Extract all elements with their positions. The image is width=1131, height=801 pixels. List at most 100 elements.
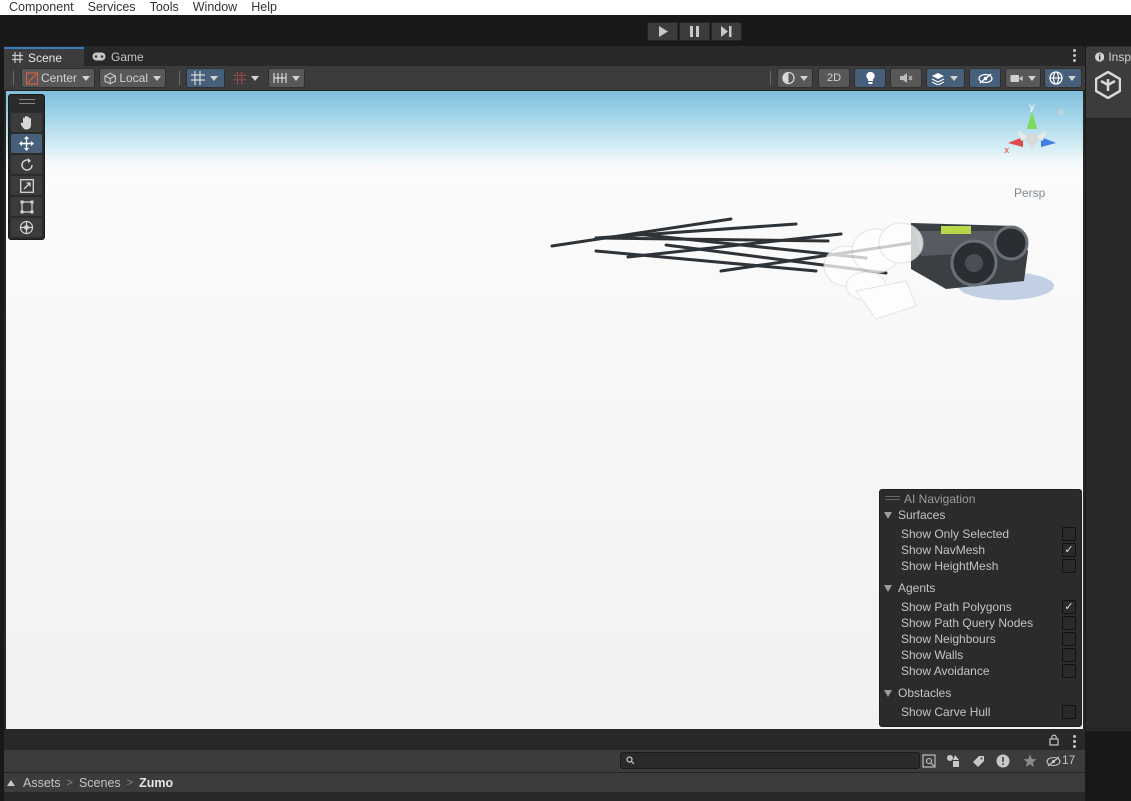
pivot-rotation-dropdown[interactable]: Local (99, 68, 166, 88)
transform-tool-button[interactable] (11, 218, 42, 237)
tab-scene[interactable]: Scene (4, 47, 84, 66)
kebab-menu-icon[interactable] (1073, 735, 1077, 748)
pause-button[interactable] (679, 22, 710, 41)
option-show-navmesh: Show NavMesh ✓ (901, 542, 1076, 558)
lighting-toggle-button[interactable] (854, 68, 886, 88)
inspector-window: Insp (1086, 46, 1131, 731)
option-show-path-query-nodes: Show Path Query Nodes (901, 615, 1076, 631)
lock-icon[interactable] (1059, 109, 1063, 115)
triangle-up-icon[interactable] (7, 779, 15, 786)
gizmos-dropdown[interactable] (1044, 68, 1082, 88)
projection-label[interactable]: Persp (1014, 186, 1045, 200)
section-obstacles-label: Obstacles (898, 686, 952, 700)
breadcrumb-scenes[interactable]: Scenes (79, 776, 121, 790)
option-show-only-selected: Show Only Selected (901, 526, 1076, 542)
pivot-mode-dropdown[interactable]: Center (21, 68, 95, 88)
show-heightmesh-checkbox[interactable] (1062, 559, 1076, 573)
search-by-type-button[interactable] (921, 753, 937, 769)
draw-mode-dropdown[interactable] (777, 68, 813, 88)
project-topbar (4, 731, 1085, 749)
breadcrumb-assets[interactable]: Assets (23, 776, 61, 790)
transform-icon (19, 220, 34, 235)
grid-snapping-button[interactable] (186, 68, 225, 88)
option-label: Show NavMesh (901, 543, 986, 557)
hand-tool-button[interactable] (11, 113, 42, 132)
camera-icon (1010, 74, 1023, 82)
play-icon (658, 26, 668, 37)
audio-toggle-button[interactable] (890, 68, 922, 88)
search-by-issues-button[interactable] (995, 753, 1011, 769)
lock-icon[interactable] (1049, 734, 1059, 746)
rect-transform-icon (20, 200, 33, 213)
orientation-gizmo[interactable]: y x (999, 93, 1063, 183)
search-by-type-filter-button[interactable] (945, 753, 961, 769)
option-label: Show Path Polygons (901, 600, 1012, 614)
favorites-button[interactable] (1022, 753, 1038, 769)
scene-viewport[interactable]: y x Persp AI Navigation Surfaces Show On… (6, 91, 1083, 729)
drag-handle[interactable] (19, 99, 35, 104)
hash-icon (12, 52, 23, 63)
show-path-polygons-checkbox[interactable]: ✓ (1062, 600, 1076, 614)
section-surfaces-label: Surfaces (898, 508, 946, 522)
star-icon (1023, 754, 1037, 767)
show-avoidance-checkbox[interactable] (1062, 664, 1076, 678)
search-by-label-button[interactable] (970, 753, 986, 769)
tab-scene-label: Scene (28, 50, 63, 65)
hidden-packages-toggle[interactable] (1045, 753, 1061, 769)
menu-component[interactable]: Component (0, 1, 81, 14)
breadcrumb-zumo[interactable]: Zumo (139, 776, 173, 790)
tab-inspector[interactable]: Insp (1086, 47, 1131, 67)
show-carve-hull-checkbox[interactable] (1062, 705, 1076, 719)
menu-help[interactable]: Help (244, 1, 284, 14)
option-show-carve-hull: Show Carve Hull (901, 704, 1076, 720)
rotate-tool-button[interactable] (11, 155, 42, 174)
option-show-path-polygons: Show Path Polygons ✓ (901, 599, 1076, 615)
chevron-down-icon (800, 75, 808, 81)
tab-game[interactable]: Game (84, 47, 154, 66)
toggle-2d-button[interactable]: 2D (818, 68, 850, 88)
option-label: Show Carve Hull (901, 705, 991, 719)
tab-game-label: Game (111, 49, 144, 64)
section-agents[interactable]: Agents (884, 581, 935, 595)
grid-icon (273, 73, 287, 83)
show-navmesh-checkbox[interactable]: ✓ (1062, 543, 1076, 557)
menu-tools[interactable]: Tools (143, 1, 186, 14)
section-surfaces[interactable]: Surfaces (884, 508, 945, 522)
show-path-query-nodes-checkbox[interactable] (1062, 616, 1076, 630)
scene-visibility-button[interactable] (969, 68, 1001, 88)
section-obstacles[interactable]: Obstacles (884, 686, 951, 700)
show-walls-checkbox[interactable] (1062, 648, 1076, 662)
toolbar-grip (13, 71, 14, 85)
kebab-menu-icon[interactable] (1073, 49, 1077, 62)
show-neighbours-checkbox[interactable] (1062, 632, 1076, 646)
project-window: 17 Assets > Scenes > Zumo (4, 731, 1085, 801)
step-button[interactable] (711, 22, 742, 41)
option-label: Show Path Query Nodes (901, 616, 1034, 630)
inspector-header (1086, 67, 1131, 119)
menu-window[interactable]: Window (186, 1, 244, 14)
menu-services[interactable]: Services (81, 1, 143, 14)
scale-tool-button[interactable] (11, 176, 42, 195)
camera-dropdown[interactable] (1005, 68, 1041, 88)
chevron-down-icon (210, 75, 218, 81)
drag-handle[interactable] (885, 496, 900, 500)
play-button[interactable] (647, 22, 678, 41)
search-icon (626, 756, 635, 765)
chevron-down-icon (153, 75, 161, 81)
ai-navigation-title: AI Navigation (904, 492, 976, 506)
pivot-rotation-label: Local (119, 71, 148, 85)
search-input[interactable] (620, 752, 920, 769)
triangle-down-icon (884, 584, 892, 592)
rect-tool-button[interactable] (11, 197, 42, 216)
effects-dropdown[interactable] (926, 68, 965, 88)
show-only-selected-checkbox[interactable] (1062, 527, 1076, 541)
option-show-avoidance: Show Avoidance (901, 663, 1076, 679)
increment-snap-button[interactable] (229, 68, 264, 88)
globe-icon (1049, 71, 1063, 85)
chevron-down-icon (1028, 75, 1036, 81)
grid-visibility-button[interactable] (268, 68, 305, 88)
move-tool-button[interactable] (11, 134, 42, 153)
rotate-icon (20, 157, 33, 171)
option-label: Show HeightMesh (901, 559, 999, 573)
chevron-down-icon (292, 75, 300, 81)
